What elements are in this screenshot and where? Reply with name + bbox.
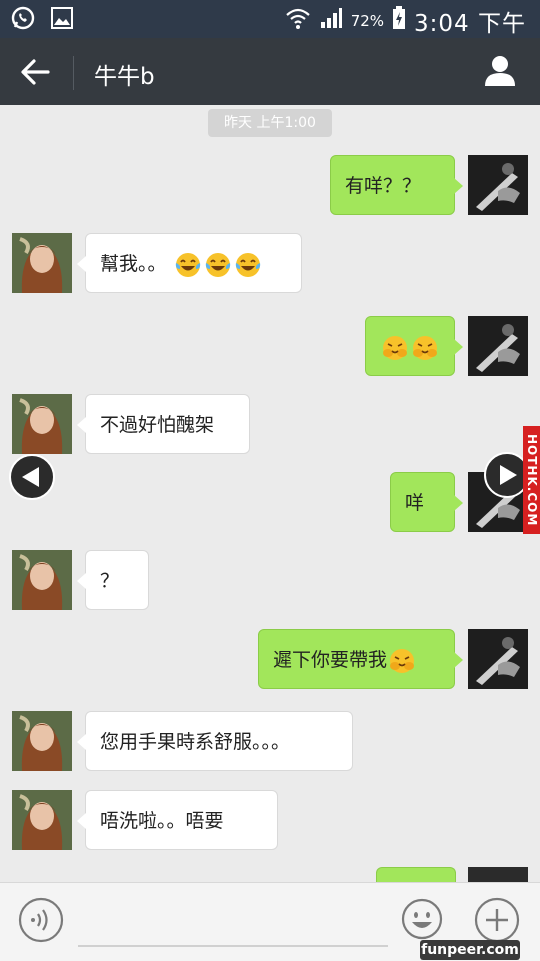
contact-avatar[interactable] xyxy=(12,790,72,850)
signal-icon xyxy=(319,7,343,35)
back-arrow-icon xyxy=(21,59,50,85)
message-timestamp: 昨天 上午1:00 xyxy=(208,109,332,137)
message-text: 唔洗啦。。唔要 xyxy=(100,810,224,832)
voice-input-button[interactable] xyxy=(18,897,64,943)
triangle-right-icon xyxy=(500,465,517,485)
status-bar: 72% 3:04 下午 xyxy=(0,0,540,38)
chat-title: 牛牛b xyxy=(94,64,155,90)
person-icon xyxy=(485,56,515,86)
message-text: 幫我。。 xyxy=(100,253,167,275)
plus-icon xyxy=(474,897,520,943)
message-bubble-incoming[interactable]: 不過好怕醜架 xyxy=(77,394,250,454)
more-button[interactable] xyxy=(474,897,520,943)
whatsapp-icon xyxy=(10,5,36,35)
site-credit: funpeer.com xyxy=(420,940,520,960)
title-divider xyxy=(73,56,74,90)
message-text: 有咩？？ xyxy=(345,175,422,197)
my-avatar[interactable] xyxy=(468,629,528,689)
back-button[interactable] xyxy=(18,56,54,88)
contact-avatar[interactable] xyxy=(12,711,72,771)
message-input[interactable] xyxy=(78,905,388,947)
clock: 3:04 下午 xyxy=(414,11,526,37)
covering-face-emoji xyxy=(412,335,438,361)
message-text: 咩 xyxy=(405,492,425,514)
covering-face-emoji xyxy=(389,648,415,674)
contact-avatar[interactable] xyxy=(12,394,72,454)
tears-of-joy-emoji xyxy=(205,252,231,278)
previous-button[interactable] xyxy=(9,454,55,500)
message-bubble-incoming[interactable]: 幫我。。 xyxy=(77,233,302,293)
message-text: 遲下你要帶我 xyxy=(273,649,388,671)
my-avatar[interactable] xyxy=(468,155,528,215)
watermark: HOTHK.COM xyxy=(523,426,540,534)
battery-percent: 72% xyxy=(350,12,385,30)
message-bubble-incoming[interactable]: 唔洗啦。。唔要 xyxy=(77,790,278,850)
message-bubble-incoming[interactable]: ？ xyxy=(77,550,149,610)
wifi-icon xyxy=(285,6,311,36)
message-text: ？ xyxy=(100,570,120,592)
my-avatar[interactable] xyxy=(468,316,528,376)
contact-info-button[interactable] xyxy=(482,52,518,88)
message-bubble-outgoing[interactable]: 咩 xyxy=(390,472,463,532)
emoji-button[interactable] xyxy=(401,898,443,940)
smiley-icon xyxy=(401,898,443,940)
message-bubble-incoming[interactable]: 您用手果時系舒服。。。 xyxy=(77,711,353,771)
message-text: 不過好怕醜架 xyxy=(100,414,215,436)
message-bubble-outgoing-partial xyxy=(376,867,456,883)
message-bubble-outgoing[interactable]: 遲下你要帶我 xyxy=(258,629,463,689)
gallery-icon xyxy=(50,6,74,34)
contact-avatar[interactable] xyxy=(12,233,72,293)
message-bubble-outgoing[interactable] xyxy=(365,316,463,376)
covering-face-emoji xyxy=(382,335,408,361)
tears-of-joy-emoji xyxy=(235,252,261,278)
battery-icon xyxy=(392,6,406,36)
title-bar: 牛牛b xyxy=(0,38,540,105)
message-text: 您用手果時系舒服。。。 xyxy=(100,731,291,753)
contact-avatar[interactable] xyxy=(12,550,72,610)
tears-of-joy-emoji xyxy=(175,252,201,278)
message-bubble-outgoing[interactable]: 有咩？？ xyxy=(330,155,463,215)
voice-icon xyxy=(18,897,64,943)
my-avatar-partial xyxy=(468,867,528,882)
triangle-left-icon xyxy=(22,467,39,487)
